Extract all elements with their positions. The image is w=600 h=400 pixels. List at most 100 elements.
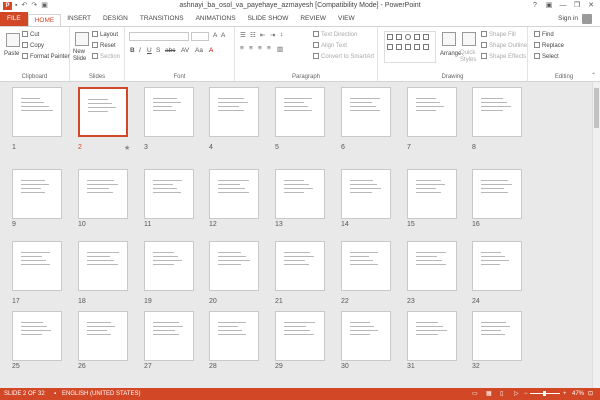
zoom-slider[interactable] [530,391,560,396]
slide-thumbnail[interactable] [12,241,62,291]
restore-button[interactable]: ❐ [570,0,584,12]
replace-button[interactable]: Replace [534,42,564,50]
triangle-shape-icon[interactable] [414,34,420,40]
slide-thumbnail[interactable] [144,241,194,291]
section-button[interactable]: Section [92,53,120,61]
zoom-slider-thumb[interactable] [543,391,546,396]
reset-button[interactable]: Reset [92,42,116,50]
slide-thumbnail[interactable] [472,311,522,361]
shape-effects-button[interactable]: Shape Effects [481,53,526,61]
cut-button[interactable]: Cut [22,31,39,39]
zoom-in-icon[interactable]: + [563,388,567,400]
slide-thumbnail[interactable] [407,241,457,291]
slide-thumbnail[interactable] [407,169,457,219]
decrease-indent-icon[interactable]: ⇤ [260,31,265,39]
close-button[interactable]: ✕ [584,0,598,12]
avatar[interactable] [582,14,592,24]
find-button[interactable]: Find [534,31,554,39]
slide-thumbnail[interactable] [78,241,128,291]
arrange-button[interactable]: Arrange [440,50,461,58]
tab-home[interactable]: HOME [27,13,62,27]
star-shape-icon[interactable] [405,44,411,50]
reading-view-icon[interactable]: ▯ [500,388,503,400]
slide-thumbnail[interactable] [12,87,62,137]
slide-thumbnail[interactable] [275,241,325,291]
slide-thumbnail[interactable] [209,169,259,219]
slide-thumbnail[interactable] [12,169,62,219]
scrollbar-thumb[interactable] [594,88,599,128]
format-painter-button[interactable]: Format Painter [22,53,70,61]
slide-thumbnail[interactable] [144,169,194,219]
sign-in-link[interactable]: Sign in [558,12,578,26]
quick-styles-icon[interactable] [462,32,476,46]
vertical-scrollbar[interactable] [592,82,600,388]
new-slide-button[interactable]: New Slide [73,49,91,63]
minimize-button[interactable]: — [556,0,570,12]
bullets-icon[interactable]: ☰ [240,31,246,39]
slide-thumbnail[interactable] [209,311,259,361]
font-name-field[interactable] [129,32,189,41]
slide-thumbnail[interactable] [472,87,522,137]
slide-thumbnail[interactable] [144,311,194,361]
underline-icon[interactable]: U [147,47,152,54]
grow-font-icon[interactable]: A [213,32,217,39]
tab-insert[interactable]: INSERT [61,12,97,26]
italic-icon[interactable]: I [139,47,141,54]
tab-transitions[interactable]: TRANSITIONS [134,12,190,26]
more-shapes-icon[interactable] [423,44,429,50]
slide-thumbnail[interactable] [341,87,391,137]
slide-thumbnail[interactable] [275,169,325,219]
slide-thumbnail[interactable] [144,87,194,137]
slide-thumbnail[interactable] [407,87,457,137]
slide-thumbnail[interactable] [275,311,325,361]
shape-fill-button[interactable]: Shape Fill [481,31,516,39]
align-right-icon[interactable]: ≡ [258,45,262,52]
numbering-icon[interactable]: ☷ [250,31,256,39]
line-shape-icon[interactable] [387,34,393,40]
change-case-icon[interactable]: Aa [195,47,203,54]
normal-view-icon[interactable]: ▭ [472,388,478,400]
tab-review[interactable]: REVIEW [294,12,332,26]
slide-thumbnail[interactable] [78,311,128,361]
line-spacing-icon[interactable]: ↕ [280,31,283,38]
tab-animations[interactable]: ANIMATIONS [190,12,242,26]
columns-icon[interactable]: ▥ [277,45,283,53]
ribbon-display-button[interactable]: ▣ [542,0,556,12]
slide-thumbnail[interactable] [472,169,522,219]
slide-thumbnail[interactable] [407,311,457,361]
quick-styles-button[interactable]: Quick Styles [460,50,480,64]
bold-icon[interactable]: B [130,47,135,54]
rectangle-shape-icon[interactable] [396,34,402,40]
copy-button[interactable]: Copy [22,42,44,50]
font-size-field[interactable] [191,32,209,41]
slide-thumbnail[interactable] [209,87,259,137]
slideshow-view-icon[interactable]: ▷ [514,388,519,400]
collapse-ribbon-icon[interactable]: ⌃ [591,72,596,79]
tab-view[interactable]: VIEW [332,12,361,26]
help-button[interactable]: ? [528,0,542,12]
oval-shape-icon[interactable] [405,34,411,40]
new-slide-icon[interactable] [75,32,89,46]
increase-indent-icon[interactable]: ⇥ [270,31,275,39]
slide-thumbnail[interactable] [209,241,259,291]
arrange-icon[interactable] [442,32,456,46]
zoom-out-icon[interactable]: − [524,388,528,400]
slide-thumbnail[interactable] [472,241,522,291]
textbox-shape-icon[interactable] [387,44,393,50]
slide-thumbnail[interactable] [12,311,62,361]
slide-thumbnail[interactable] [341,241,391,291]
paste-icon[interactable] [6,33,20,47]
layout-button[interactable]: Layout [92,31,118,39]
strikethrough-icon[interactable]: abc [165,47,175,54]
font-color-icon[interactable]: A [209,47,213,54]
tab-slide-show[interactable]: SLIDE SHOW [242,12,295,26]
arrow-shape-icon[interactable] [423,34,429,40]
justify-icon[interactable]: ≡ [267,45,271,52]
fit-to-window-icon[interactable]: ⊡ [588,388,593,400]
select-button[interactable]: Select [534,53,559,61]
align-center-icon[interactable]: ≡ [249,45,253,52]
slide-thumbnail[interactable] [341,169,391,219]
slide-thumbnail[interactable] [78,87,128,137]
shrink-font-icon[interactable]: A [221,32,225,39]
convert-smartart-button[interactable]: Convert to SmartArt [313,53,374,61]
